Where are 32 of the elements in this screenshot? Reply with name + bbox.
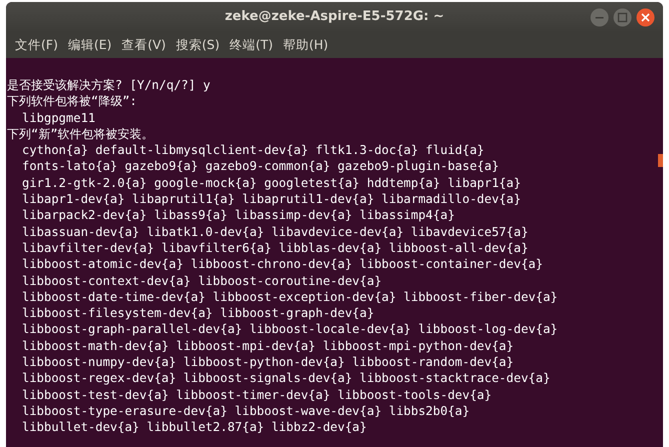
terminal-line: gir1.2-gtk-2.0{a} google-mock{a} googletest{a} hddtemp{a} libapr1{a}	[22, 174, 521, 192]
terminal-line: libapr1-dev{a} libaprutil1{a} libaprutil1-dev{a} libarmadillo-dev{a}	[22, 191, 521, 208]
terminal-line: 下列“新”软件包将被安装。	[7, 126, 154, 142]
terminal-line: libgpgme11	[22, 110, 96, 126]
terminal-line: cython{a} default-libmysqlclient-dev{a} fltk1.3-doc{a} fluid{a}	[22, 142, 484, 158]
menu-item[interactable]: 查看(V)	[116, 36, 171, 54]
terminal-line: libarpack2-dev{a} libass9{a} libassimp-dev{a} libassimp4{a}	[22, 207, 455, 224]
menu-item[interactable]: 文件(F)	[10, 36, 63, 54]
terminal-line: libboost-filesystem-dev{a} libboost-graph-dev{a}	[22, 305, 374, 322]
minimize-icon[interactable]	[590, 8, 609, 26]
window-title: zeke@zeke-Aspire-E5-572G: ~	[224, 8, 446, 26]
terminal-line: libboost-atomic-dev{a} libboost-chrono-dev{a} libboost-container-dev{a}	[22, 256, 543, 273]
terminal-line: 是否接受该解决方案? [Y/n/q/?] y	[7, 77, 210, 94]
scrollbar-marker	[658, 154, 663, 167]
terminal-line: libboost-date-time-dev{a} libboost-exception-dev{a} libboost-fiber-dev{a}	[22, 288, 558, 306]
close-icon[interactable]	[636, 8, 655, 26]
terminal-line: 下列软件包将被“降级”:	[7, 93, 138, 110]
terminal-line: libassuan-dev{a} libatk1.0-dev{a} libavdevice-dev{a} libavdevice57{a}	[22, 224, 528, 240]
menu-item[interactable]: 终端(T)	[224, 36, 278, 54]
terminal-line: libboost-graph-parallel-dev{a} libboost-locale-dev{a} libboost-log-dev{a}	[22, 321, 558, 338]
terminal-line: fonts-lato{a} gazebo9{a} gazebo9-common{a} gazebo9-plugin-base{a}	[22, 158, 499, 175]
terminal-line: libavfilter-dev{a} libavfilter6{a} libblas-dev{a} libboost-all-dev{a}	[22, 240, 528, 256]
menu-item[interactable]: 搜索(S)	[170, 36, 225, 54]
terminal-line: libbullet-dev{a} libbullet2.87{a} libbz2-dev{a}	[22, 419, 367, 436]
menu-item[interactable]: 编辑(E)	[62, 36, 117, 54]
menu-item[interactable]: 帮助(H)	[278, 36, 334, 54]
terminal-line: libboost-regex-dev{a} libboost-signals-dev{a} libboost-stacktrace-dev{a}	[22, 370, 550, 387]
terminal-line: libboost-math-dev{a} libboost-mpi-dev{a} libboost-mpi-python-dev{a}	[22, 338, 514, 354]
terminal-line: libboost-context-dev{a} libboost-coroutine-dev{a}	[22, 272, 382, 289]
terminal-line: libboost-test-dev{a} libboost-timer-dev{a} libboost-tools-dev{a}	[22, 386, 492, 403]
terminal-line: libboost-type-erasure-dev{a} libboost-wave-dev{a} libbs2b0{a}	[22, 402, 470, 420]
terminal-line: libboost-numpy-dev{a} libboost-python-dev{a} libboost-random-dev{a}	[22, 354, 514, 370]
